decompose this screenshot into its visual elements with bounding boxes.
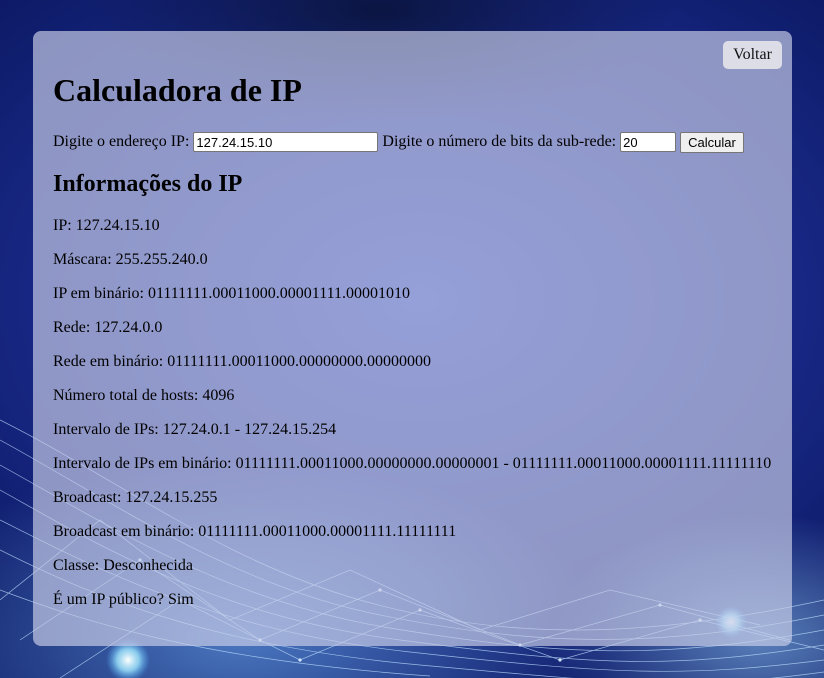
info-broadcast: Broadcast: 127.24.15.255 xyxy=(53,489,218,506)
ip-input[interactable] xyxy=(193,132,379,152)
bits-label: Digite o número de bits da sub-rede: xyxy=(382,133,617,150)
info-broadcast-binary: Broadcast em binário: 01111111.00011000.… xyxy=(53,523,457,540)
ip-label: Digite o endereço IP: xyxy=(53,133,190,150)
page-title: Calculadora de IP xyxy=(53,72,302,108)
info-class: Classe: Desconhecida xyxy=(53,557,193,574)
info-mask: Máscara: 255.255.240.0 xyxy=(53,251,208,268)
info-public: É um IP público? Sim xyxy=(53,591,194,608)
info-ip-binary: IP em binário: 01111111.00011000.0000111… xyxy=(53,285,411,302)
info-list: IP: 127.24.15.10 Máscara: 255.255.240.0 … xyxy=(53,217,771,625)
info-heading: Informações do IP xyxy=(53,171,243,197)
calculate-button[interactable]: Calcular xyxy=(680,131,744,153)
info-ip-range-binary: Intervalo de IPs em binário: 01111111.00… xyxy=(53,455,772,472)
info-ip-range: Intervalo de IPs: 127.24.0.1 - 127.24.15… xyxy=(53,421,337,438)
info-network-binary: Rede em binário: 01111111.00011000.00000… xyxy=(53,353,432,370)
info-total-hosts: Número total de hosts: 4096 xyxy=(53,387,235,404)
info-network: Rede: 127.24.0.0 xyxy=(53,319,163,336)
info-ip: IP: 127.24.15.10 xyxy=(53,217,160,234)
bits-input[interactable] xyxy=(620,132,677,152)
calculator-panel: Voltar Calculadora de IP Digite o endere… xyxy=(33,31,792,646)
ip-form: Digite o endereço IP: Digite o número de… xyxy=(53,131,744,153)
back-button[interactable]: Voltar xyxy=(723,41,782,69)
